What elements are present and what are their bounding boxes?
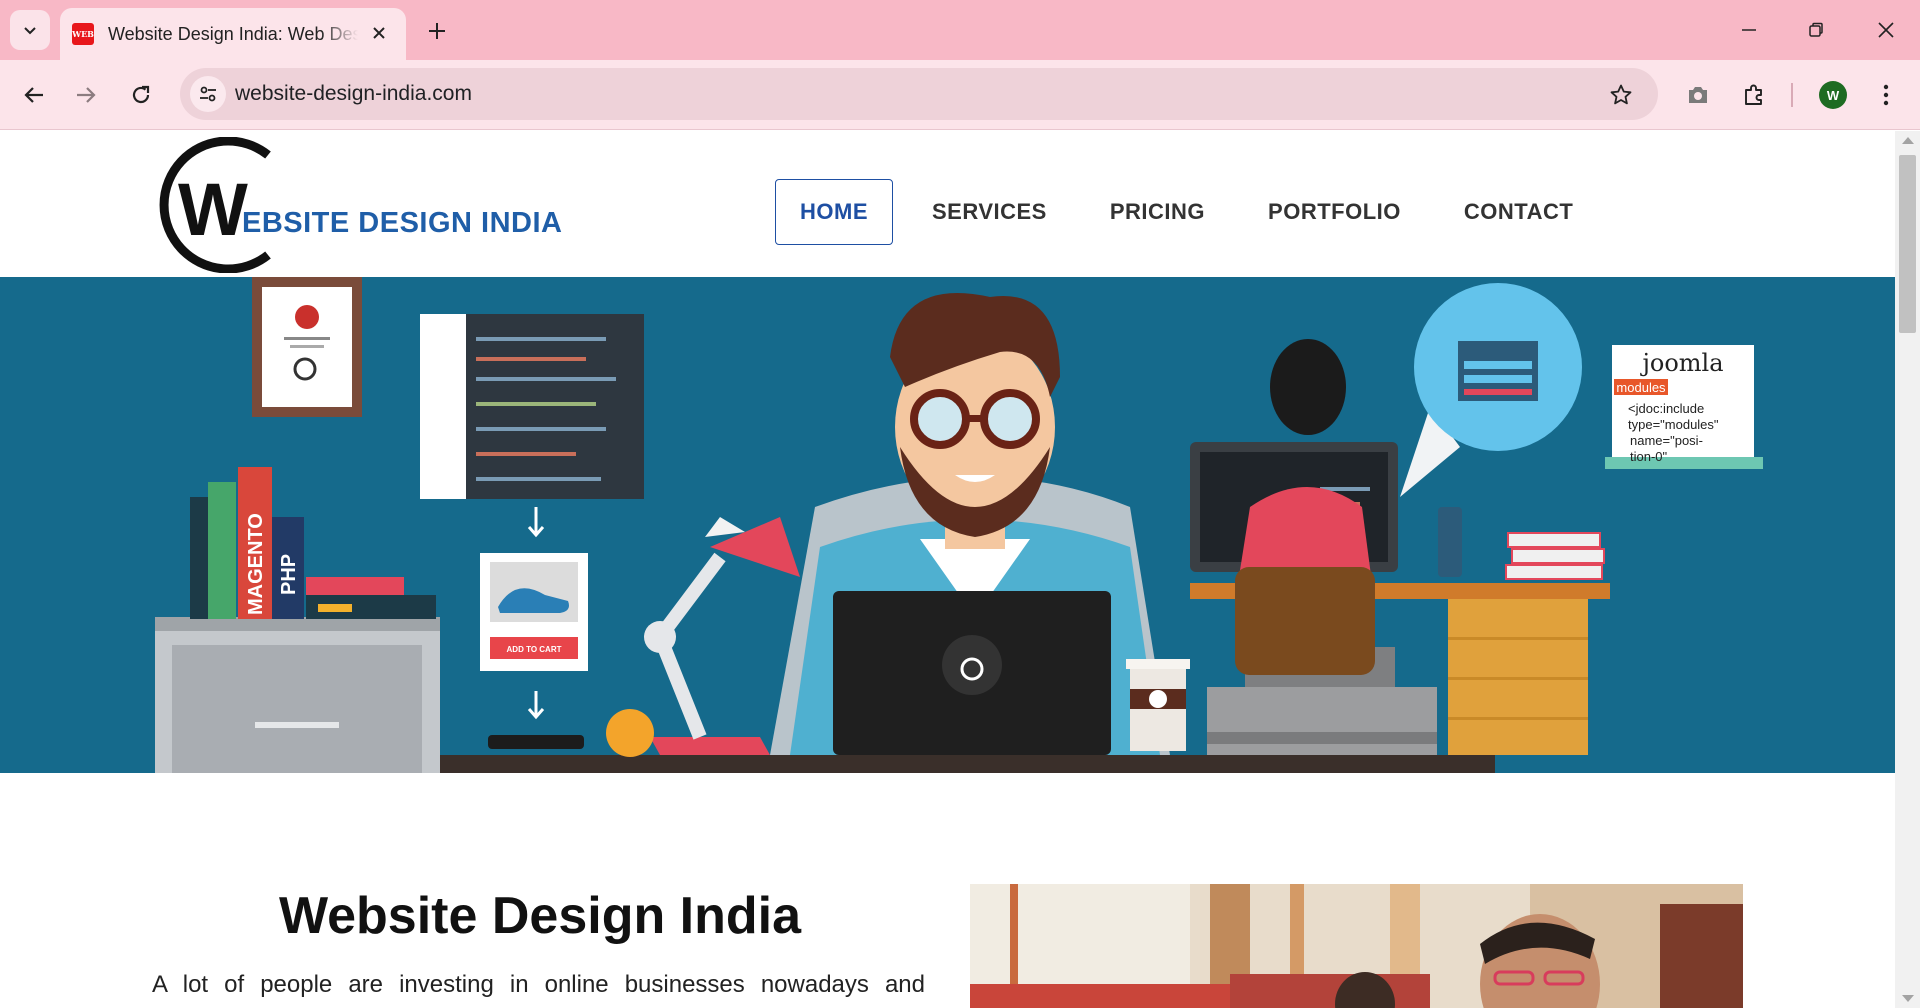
url-text[interactable]: website-design-india.com [235, 82, 472, 106]
office-photo [970, 884, 1743, 1008]
tab-close-button[interactable] [366, 20, 392, 46]
main-navigation: HOME SERVICES PRICING PORTFOLIO CONTACT [775, 179, 1612, 245]
code-editor-panel [420, 314, 644, 499]
screen-bubble [1400, 283, 1582, 497]
tab-title: Website Design India: Web Design [108, 23, 358, 44]
bookshelf: MAGENTO PHP [155, 467, 440, 773]
page-scrollbar[interactable] [1895, 131, 1920, 1008]
restore-button[interactable] [1791, 10, 1841, 50]
note-code-line-4: tion-0" [1630, 449, 1668, 464]
office-photo-image [970, 884, 1743, 1008]
intro-paragraph: A lot of people are investing in online … [152, 971, 925, 998]
product-card: ADD TO CART [480, 553, 588, 671]
plus-icon [429, 23, 445, 39]
forward-button[interactable] [66, 75, 106, 115]
monitor-and-woman [1190, 339, 1398, 675]
avatar: W [1819, 81, 1847, 109]
certificate-frame [252, 277, 362, 417]
scroll-thumb[interactable] [1899, 155, 1916, 333]
laptop [833, 591, 1111, 755]
profile-button[interactable]: W [1813, 75, 1853, 115]
site-favicon: WEB [72, 23, 94, 45]
scroll-up-arrow[interactable] [1902, 137, 1914, 144]
page-viewport: W EBSITE DESIGN INDIA HOME SERVICES PRIC… [0, 131, 1895, 1008]
nav-pricing[interactable]: PRICING [1086, 179, 1229, 245]
desk-edge [405, 755, 1495, 773]
back-button[interactable] [14, 75, 54, 115]
arrow-left-icon [24, 87, 43, 103]
close-icon [373, 27, 385, 39]
site-header: W EBSITE DESIGN INDIA HOME SERVICES PRIC… [0, 131, 1895, 277]
chevron-down-icon [24, 27, 36, 35]
bookmark-button[interactable] [1606, 80, 1636, 110]
screenshot-button[interactable] [1678, 75, 1718, 115]
coffee-cup [1126, 659, 1190, 751]
browser-tab-strip: WEB Website Design India: Web Design [0, 0, 1920, 60]
desk-lamp [606, 517, 800, 757]
reload-button[interactable] [121, 75, 161, 115]
arrow-right-icon [77, 87, 96, 103]
camera-icon [1689, 87, 1707, 103]
note-title: joomla [1639, 349, 1723, 377]
address-bar[interactable]: website-design-india.com [180, 68, 1658, 120]
star-icon [1610, 84, 1632, 105]
new-tab-button[interactable] [420, 14, 454, 48]
tune-icon [200, 86, 216, 102]
logo-letter: W [178, 168, 248, 251]
browser-menu-button[interactable] [1866, 75, 1906, 115]
hero-banner: ADD TO CART MAGENTO PHP joomla modules <… [0, 277, 1895, 773]
kebab-menu-icon [1883, 84, 1889, 106]
add-to-cart-label: ADD TO CART [507, 645, 562, 654]
nav-home[interactable]: HOME [775, 179, 893, 245]
close-icon [1878, 22, 1894, 38]
tab-search-button[interactable] [10, 10, 50, 50]
nav-contact[interactable]: CONTACT [1440, 179, 1597, 245]
note-code-line-2: type="modules" [1628, 417, 1719, 432]
intro-heading: Website Design India [278, 887, 802, 945]
logo-text: EBSITE DESIGN INDIA [242, 207, 563, 239]
hero-illustration: ADD TO CART MAGENTO PHP joomla modules <… [155, 277, 1763, 773]
extensions-button[interactable] [1734, 75, 1774, 115]
minimize-button[interactable] [1724, 10, 1774, 50]
book-stack [1505, 532, 1605, 580]
nav-services[interactable]: SERVICES [908, 179, 1071, 245]
scroll-down-arrow[interactable] [1902, 995, 1914, 1002]
note-tag: modules [1616, 380, 1666, 395]
book-php-label: PHP [278, 554, 300, 595]
puzzle-icon [1745, 84, 1762, 105]
note-code-line-1: <jdoc:include [1628, 401, 1704, 416]
reload-icon [132, 85, 150, 104]
note-code-line-3: name="posi- [1630, 433, 1703, 448]
browser-toolbar: website-design-india.com W [0, 60, 1920, 130]
minimize-icon [1742, 29, 1756, 31]
site-logo[interactable]: W EBSITE DESIGN INDIA [150, 137, 562, 273]
water-bottle [1438, 507, 1462, 577]
restore-icon [1809, 22, 1823, 37]
joomla-note: joomla modules <jdoc:include type="modul… [1605, 345, 1763, 469]
close-window-button[interactable] [1861, 10, 1911, 50]
site-info-button[interactable] [190, 76, 226, 112]
toolbar-separator [1791, 83, 1793, 107]
browser-tab-active[interactable]: WEB Website Design India: Web Design [60, 8, 406, 60]
book-magento-label: MAGENTO [245, 513, 267, 615]
nav-portfolio[interactable]: PORTFOLIO [1244, 179, 1425, 245]
